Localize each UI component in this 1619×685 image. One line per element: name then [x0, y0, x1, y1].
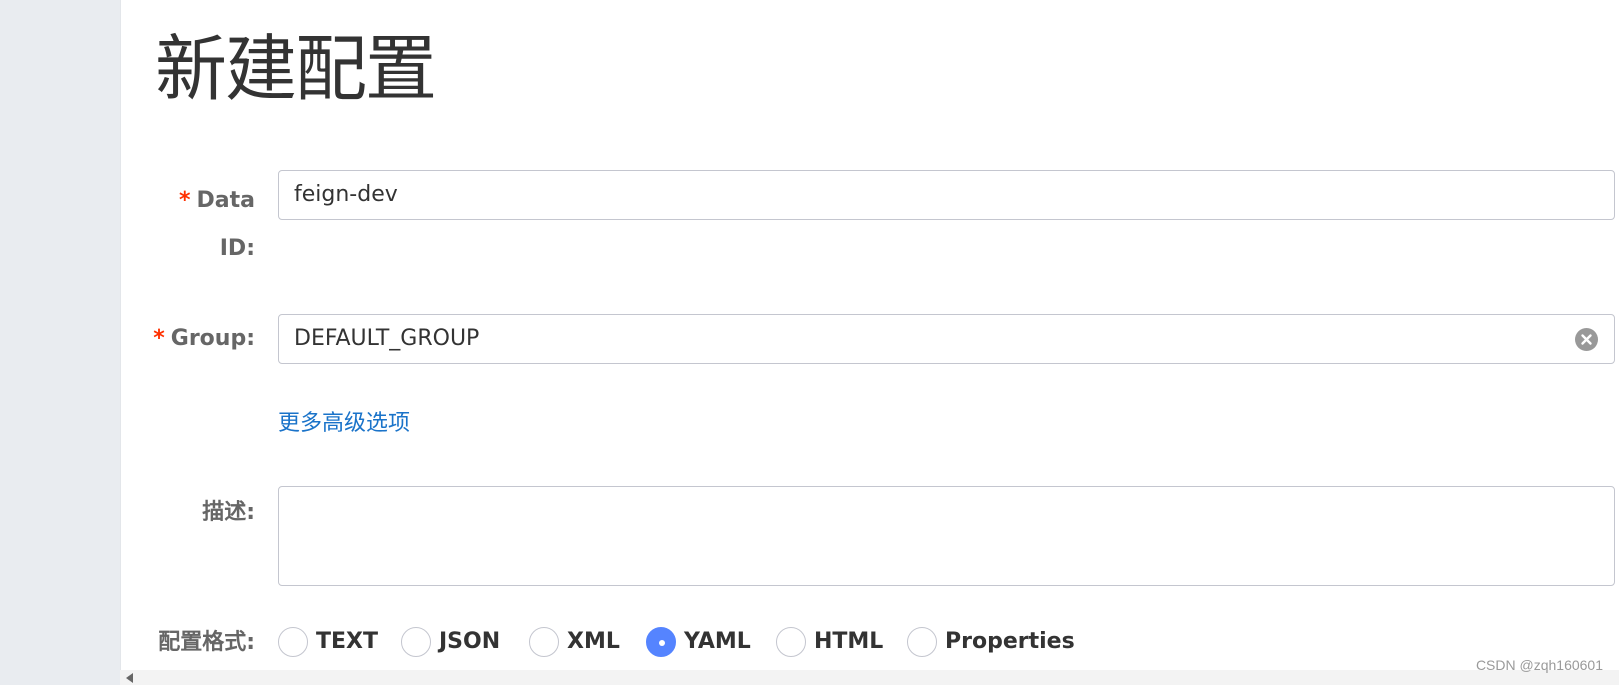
data-id-label-line2: ID:	[219, 236, 255, 261]
radio-label: HTML	[814, 629, 884, 654]
group-input[interactable]: DEFAULT_GROUP	[278, 314, 1615, 364]
radio-label: XML	[567, 629, 620, 654]
radio-label: YAML	[684, 629, 751, 654]
radio-dot	[659, 640, 665, 646]
radio-circle[interactable]	[776, 627, 806, 657]
clear-icon[interactable]	[1575, 328, 1598, 351]
required-mark: *	[153, 326, 165, 351]
watermark: CSDN @zqh160601	[1475, 657, 1603, 673]
radio-label: JSON	[439, 629, 501, 654]
radio-circle-selected[interactable]	[646, 627, 676, 657]
radio-label: Properties	[945, 629, 1075, 654]
data-id-value: feign-dev	[294, 182, 398, 207]
format-label: 配置格式:	[158, 630, 255, 655]
scroll-left-arrow-icon[interactable]	[126, 673, 133, 683]
data-id-label-line1: Data	[196, 188, 255, 213]
radio-circle[interactable]	[529, 627, 559, 657]
radio-label: TEXT	[316, 629, 379, 654]
data-id-label: * Data	[179, 176, 255, 226]
group-label: * Group:	[153, 314, 255, 364]
group-value: DEFAULT_GROUP	[294, 326, 480, 351]
required-mark: *	[179, 188, 191, 213]
radio-circle[interactable]	[278, 627, 308, 657]
horizontal-scrollbar[interactable]	[120, 670, 1619, 685]
left-sidebar-strip	[0, 0, 121, 685]
advanced-options-link[interactable]: 更多高级选项	[278, 405, 410, 437]
page-title: 新建配置	[155, 27, 437, 111]
description-textarea[interactable]	[278, 486, 1615, 586]
data-id-input[interactable]: feign-dev	[278, 170, 1615, 220]
description-label: 描述:	[202, 500, 255, 525]
radio-circle[interactable]	[907, 627, 937, 657]
group-label-text: Group:	[170, 326, 255, 351]
radio-circle[interactable]	[401, 627, 431, 657]
